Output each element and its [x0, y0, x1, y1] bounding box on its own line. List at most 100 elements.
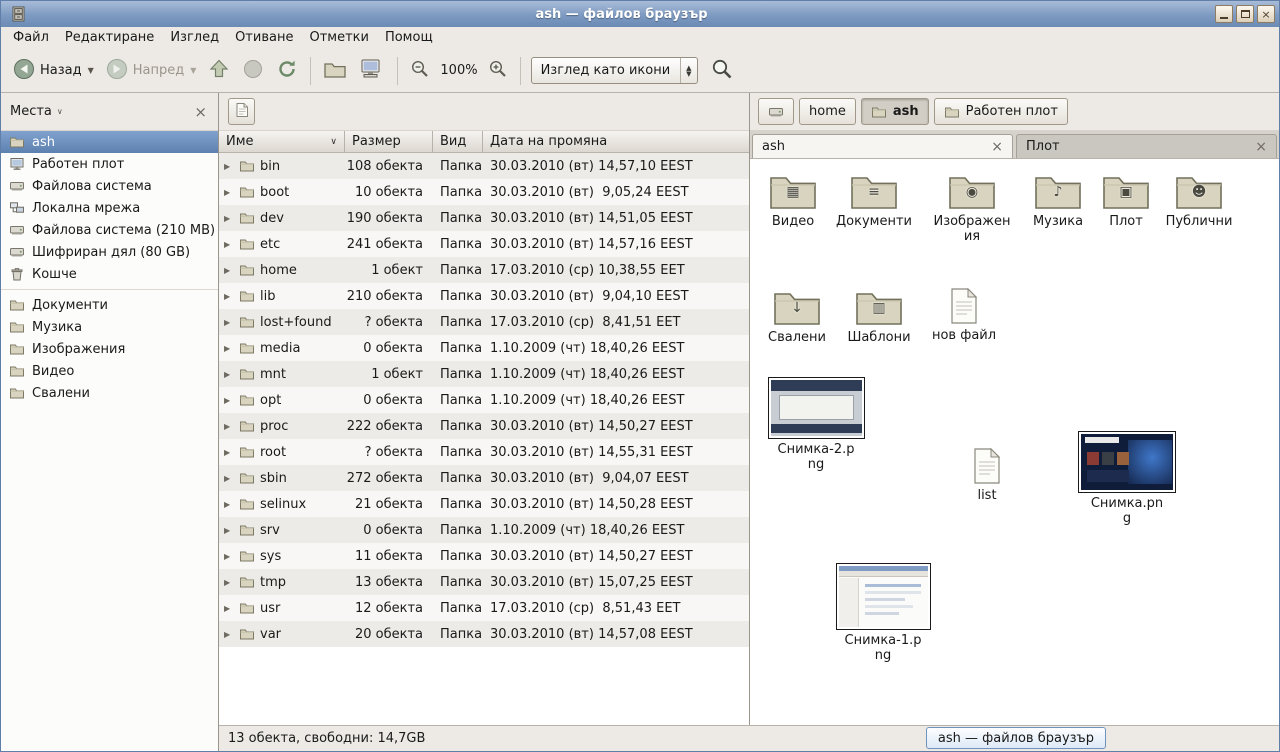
- sidebar-item-10[interactable]: Изображения: [1, 338, 218, 360]
- sidebar-close-button[interactable]: ×: [192, 103, 209, 121]
- minimize-button[interactable]: [1215, 5, 1233, 23]
- sidebar-item-11[interactable]: Видео: [1, 360, 218, 382]
- expander-icon[interactable]: ▶: [224, 500, 234, 509]
- reload-button[interactable]: [270, 53, 304, 89]
- menubar-item-3[interactable]: Отиване: [227, 27, 301, 49]
- file-item-documents[interactable]: ≡Документи: [831, 171, 917, 229]
- sidebar-item-6[interactable]: Кошче: [1, 263, 218, 285]
- expander-icon[interactable]: ▶: [224, 266, 234, 275]
- sidebar-item-4[interactable]: Файлова система (210 MB): [1, 219, 218, 241]
- column-header-date[interactable]: Дата на промяна: [483, 131, 749, 153]
- taskbar-button[interactable]: ash — файлов браузър: [926, 727, 1106, 749]
- places-selector-button[interactable]: Места ∨: [10, 104, 192, 119]
- tab-0[interactable]: ash×: [752, 134, 1013, 158]
- table-row[interactable]: ▶selinux21 обектаПапка30.03.2010 (вт) 14…: [219, 491, 749, 517]
- sidebar-item-5[interactable]: Шифриран дял (80 GB): [1, 241, 218, 263]
- table-row[interactable]: ▶mnt1 обектПапка1.10.2009 (чт) 18,40,26 …: [219, 361, 749, 387]
- view-mode-combo[interactable]: Изглед като икони ▲▼: [531, 57, 698, 84]
- cell-name: ▶root: [219, 444, 345, 460]
- sidebar-separator: [1, 289, 218, 290]
- file-item-video[interactable]: ▦Видео: [750, 171, 836, 229]
- zoom-out-button[interactable]: [404, 54, 436, 88]
- file-item-label: Свалени: [768, 330, 826, 345]
- menubar-item-5[interactable]: Помощ: [377, 27, 441, 49]
- expander-icon[interactable]: ▶: [224, 526, 234, 535]
- search-button[interactable]: [704, 52, 740, 90]
- file-item-templates[interactable]: ▥Шаблони: [836, 287, 922, 345]
- table-row[interactable]: ▶lost+found? обектаПапка17.03.2010 (ср) …: [219, 309, 749, 335]
- table-row[interactable]: ▶sbin272 обектаПапка30.03.2010 (вт) 9,04…: [219, 465, 749, 491]
- computer-button[interactable]: [353, 53, 391, 89]
- menubar-item-4[interactable]: Отметки: [301, 27, 376, 49]
- table-row[interactable]: ▶bin108 обектаПапка30.03.2010 (вт) 14,57…: [219, 153, 749, 179]
- table-row[interactable]: ▶etc241 обектаПапка30.03.2010 (вт) 14,57…: [219, 231, 749, 257]
- expander-icon[interactable]: ▶: [224, 240, 234, 249]
- table-row[interactable]: ▶boot10 обектаПапка30.03.2010 (вт) 9,05,…: [219, 179, 749, 205]
- expander-icon[interactable]: ▶: [224, 214, 234, 223]
- menubar-item-2[interactable]: Изглед: [162, 27, 227, 49]
- expander-icon[interactable]: ▶: [224, 292, 234, 301]
- expander-icon[interactable]: ▶: [224, 344, 234, 353]
- sidebar-item-1[interactable]: Работен плот: [1, 153, 218, 175]
- expander-icon[interactable]: ▶: [224, 422, 234, 431]
- expander-icon[interactable]: ▶: [224, 474, 234, 483]
- sidebar-item-8[interactable]: Документи: [1, 294, 218, 316]
- table-row[interactable]: ▶sys11 обектаПапка30.03.2010 (вт) 14,50,…: [219, 543, 749, 569]
- sidebar-item-2[interactable]: Файлова система: [1, 175, 218, 197]
- table-row[interactable]: ▶var20 обектаПапка30.03.2010 (вт) 14,57,…: [219, 621, 749, 647]
- pathbar-button-1[interactable]: home: [799, 98, 856, 125]
- column-header-name[interactable]: Име ∨: [219, 131, 345, 153]
- zoom-in-button[interactable]: [482, 54, 514, 88]
- table-row[interactable]: ▶tmp13 обектаПапка30.03.2010 (вт) 15,07,…: [219, 569, 749, 595]
- file-item-snimka1[interactable]: Снимка-1.png: [831, 563, 935, 663]
- expander-icon[interactable]: ▶: [224, 552, 234, 561]
- table-row[interactable]: ▶srv0 обектаПапка1.10.2009 (чт) 18,40,26…: [219, 517, 749, 543]
- sidebar-item-12[interactable]: Свалени: [1, 382, 218, 404]
- file-item-snimka2[interactable]: Снимка-2.png: [764, 377, 868, 472]
- sidebar-item-3[interactable]: Локална мрежа: [1, 197, 218, 219]
- table-row[interactable]: ▶lib210 обектаПапка30.03.2010 (вт) 9,04,…: [219, 283, 749, 309]
- pathbar-button-3[interactable]: Работен плот: [934, 98, 1068, 125]
- expander-icon[interactable]: ▶: [224, 396, 234, 405]
- expander-icon[interactable]: ▶: [224, 188, 234, 197]
- up-button[interactable]: [202, 53, 236, 89]
- maximize-button[interactable]: [1236, 5, 1254, 23]
- expander-icon[interactable]: ▶: [224, 318, 234, 327]
- file-item-snimka[interactable]: Снимка.png: [1075, 431, 1179, 526]
- pathbar-button-2[interactable]: ash: [861, 98, 929, 125]
- expander-icon[interactable]: ▶: [224, 162, 234, 171]
- table-row[interactable]: ▶opt0 обектаПапка1.10.2009 (чт) 18,40,26…: [219, 387, 749, 413]
- close-button[interactable]: ×: [1257, 5, 1275, 23]
- sidebar-item-0[interactable]: ash: [1, 131, 218, 153]
- pathbar-button-0[interactable]: [758, 98, 794, 125]
- table-row[interactable]: ▶media0 обектаПапка1.10.2009 (чт) 18,40,…: [219, 335, 749, 361]
- expander-icon[interactable]: ▶: [224, 630, 234, 639]
- home-button[interactable]: [317, 54, 353, 88]
- tab-1[interactable]: Плот×: [1016, 134, 1277, 158]
- column-header-size[interactable]: Размер: [345, 131, 433, 153]
- table-row[interactable]: ▶usr12 обектаПапка17.03.2010 (ср) 8,51,4…: [219, 595, 749, 621]
- table-row[interactable]: ▶proc222 обектаПапка30.03.2010 (вт) 14,5…: [219, 413, 749, 439]
- close-icon[interactable]: ×: [991, 139, 1003, 155]
- table-row[interactable]: ▶dev190 обектаПапка30.03.2010 (вт) 14,51…: [219, 205, 749, 231]
- column-header-type[interactable]: Вид: [433, 131, 483, 153]
- forward-button[interactable]: Напред ▼: [100, 53, 203, 89]
- menubar-item-1[interactable]: Редактиране: [57, 27, 162, 49]
- table-row[interactable]: ▶home1 обектПапка17.03.2010 (ср) 10,38,5…: [219, 257, 749, 283]
- expander-icon[interactable]: ▶: [224, 604, 234, 613]
- menubar-item-0[interactable]: Файл: [5, 27, 57, 49]
- table-row[interactable]: ▶root? обектаПапка30.03.2010 (вт) 14,55,…: [219, 439, 749, 465]
- sidebar-item-9[interactable]: Музика: [1, 316, 218, 338]
- stop-button[interactable]: [236, 53, 270, 89]
- back-button[interactable]: Назад ▼: [7, 53, 100, 89]
- file-item-downloads[interactable]: ↓Свалени: [754, 287, 840, 345]
- expander-icon[interactable]: ▶: [224, 578, 234, 587]
- expander-icon[interactable]: ▶: [224, 370, 234, 379]
- file-item-pictures[interactable]: ◉Изображения: [929, 171, 1015, 244]
- file-item-newfile[interactable]: нов файл: [921, 287, 1007, 343]
- file-item-list[interactable]: list: [944, 447, 1030, 503]
- close-icon[interactable]: ×: [1255, 139, 1267, 155]
- file-item-public[interactable]: ☻Публични: [1156, 171, 1242, 229]
- expander-icon[interactable]: ▶: [224, 448, 234, 457]
- notes-pane-button[interactable]: [228, 98, 255, 125]
